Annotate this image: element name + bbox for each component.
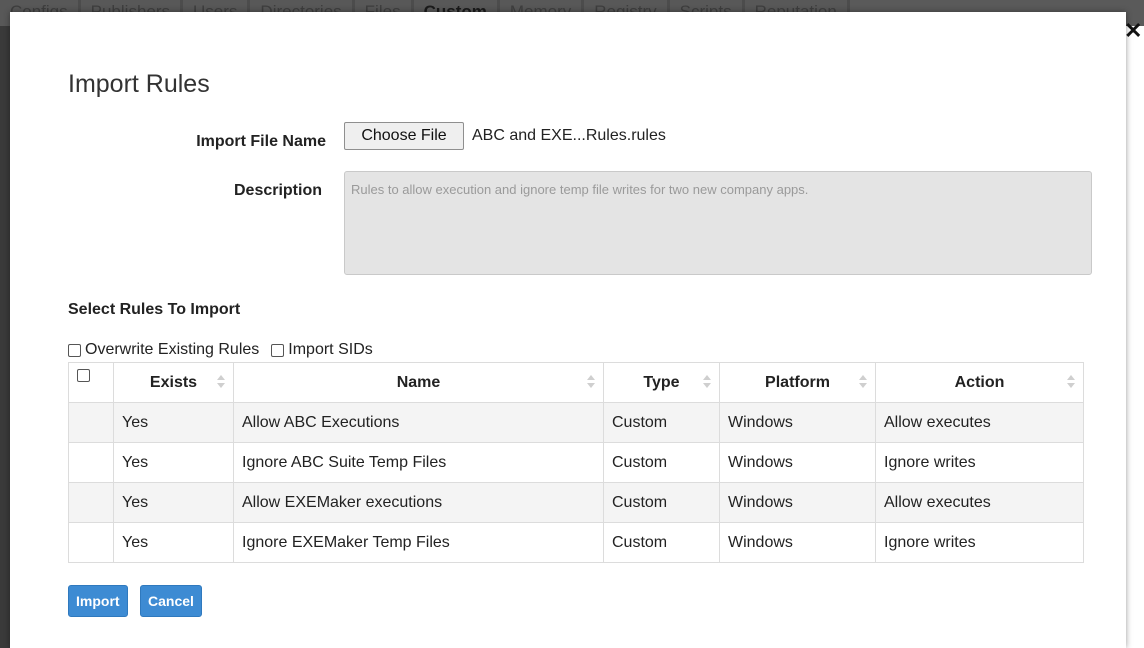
cancel-button[interactable]: Cancel [140, 585, 202, 617]
column-header-name[interactable]: Name [233, 362, 604, 403]
overwrite-existing-label: Overwrite Existing Rules [85, 341, 260, 358]
table-row[interactable]: Yes Allow ABC Executions Custom Windows … [68, 402, 1084, 443]
cell-type: Custom [603, 482, 720, 523]
column-header-exists[interactable]: Exists [113, 362, 234, 403]
cell-exists: Yes [113, 402, 234, 443]
import-rules-dialog: Import Rules Import File Name Choose Fil… [10, 12, 1126, 648]
cell-exists: Yes [113, 522, 234, 563]
sort-icon [859, 375, 867, 389]
cell-name: Allow ABC Executions [233, 402, 604, 443]
description-field[interactable]: Rules to allow execution and ignore temp… [344, 171, 1092, 275]
cell-exists: Yes [113, 442, 234, 483]
sort-icon [703, 375, 711, 389]
table-row[interactable]: Yes Ignore EXEMaker Temp Files Custom Wi… [68, 522, 1084, 563]
cell-type: Custom [603, 522, 720, 563]
selected-file-name: ABC and EXE...Rules.rules [472, 127, 666, 144]
import-button[interactable]: Import [68, 585, 128, 617]
cell-type: Custom [603, 442, 720, 483]
row-select-cell[interactable] [68, 482, 114, 523]
column-header-label: Exists [149, 373, 198, 391]
cell-platform: Windows [719, 442, 876, 483]
description-label: Description [233, 182, 322, 199]
cell-name: Ignore EXEMaker Temp Files [233, 522, 604, 563]
background-overlay [0, 26, 10, 648]
overwrite-existing-option[interactable]: Overwrite Existing Rules [68, 341, 259, 359]
column-header-action[interactable]: Action [875, 362, 1084, 403]
rules-table: Exists Name Type Platform Action Yes All… [68, 362, 1084, 563]
sort-icon [587, 375, 595, 389]
cell-action: Allow executes [875, 482, 1084, 523]
sort-icon [1067, 375, 1075, 389]
column-header-platform[interactable]: Platform [719, 362, 876, 403]
cell-platform: Windows [719, 402, 876, 443]
dialog-title: Import Rules [68, 70, 210, 98]
row-select-cell[interactable] [68, 442, 114, 483]
import-sids-checkbox[interactable] [271, 343, 285, 357]
choose-file-button[interactable]: Choose File [344, 122, 464, 150]
cell-type: Custom [603, 402, 720, 443]
column-header-type[interactable]: Type [603, 362, 720, 403]
column-header-label: Platform [765, 373, 830, 391]
cell-action: Ignore writes [875, 522, 1084, 563]
cell-name: Allow EXEMaker executions [233, 482, 604, 523]
table-row[interactable]: Yes Allow EXEMaker executions Custom Win… [68, 482, 1084, 523]
cell-exists: Yes [113, 482, 234, 523]
import-sids-label: Import SIDs [288, 341, 373, 358]
import-file-label: Import File Name [196, 133, 326, 150]
row-select-cell[interactable] [68, 522, 114, 563]
select-rules-heading: Select Rules To Import [68, 301, 241, 318]
select-all-checkbox[interactable] [77, 369, 90, 382]
overwrite-existing-checkbox[interactable] [68, 343, 81, 357]
cell-platform: Windows [719, 522, 876, 563]
sort-icon [217, 375, 225, 389]
cell-name: Ignore ABC Suite Temp Files [233, 442, 604, 483]
cell-platform: Windows [719, 482, 876, 523]
close-icon[interactable]: ✕ [1124, 20, 1142, 42]
column-header-label: Name [396, 373, 441, 391]
cell-action: Allow executes [875, 402, 1084, 443]
table-row[interactable]: Yes Ignore ABC Suite Temp Files Custom W… [68, 442, 1084, 483]
cell-action: Ignore writes [875, 442, 1084, 483]
import-options: Overwrite Existing Rules Import SIDs [68, 341, 385, 359]
select-all-cell [68, 362, 114, 403]
table-header-row: Exists Name Type Platform Action [68, 362, 1084, 403]
column-header-label: Action [954, 373, 1005, 391]
column-header-label: Type [643, 373, 680, 391]
import-sids-option[interactable]: Import SIDs [271, 341, 373, 359]
row-select-cell[interactable] [68, 402, 114, 443]
